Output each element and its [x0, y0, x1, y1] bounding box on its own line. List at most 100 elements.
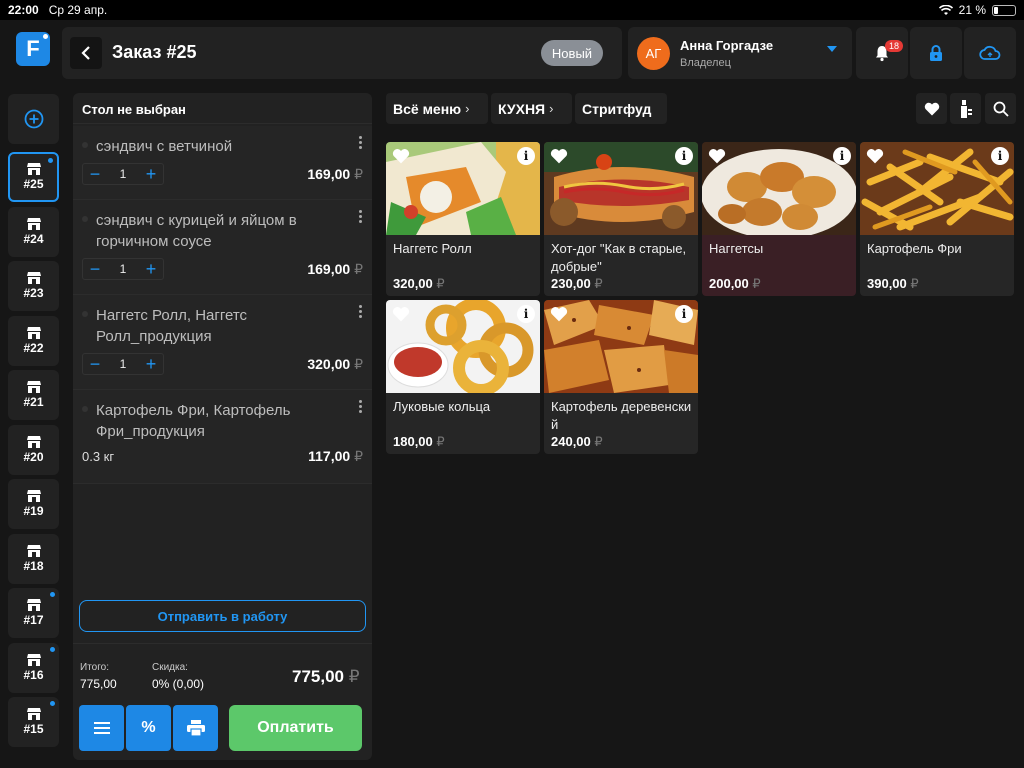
divider	[73, 643, 372, 644]
heart-icon[interactable]	[392, 306, 410, 322]
product-card[interactable]: i Картофель Фри 390,00 ₽	[860, 142, 1014, 296]
product-card[interactable]: i Картофель деревенский 240,00 ₽	[544, 300, 698, 454]
plus-button[interactable]: +	[139, 355, 163, 373]
store-icon	[26, 217, 41, 230]
order-item[interactable]: Наггетс Ролл, Наггетс Ролл_продукция − 1…	[73, 295, 372, 390]
bottle-filter-icon	[960, 99, 972, 118]
product-price: 320,00 ₽	[393, 276, 445, 291]
info-icon[interactable]: i	[517, 305, 535, 323]
order-tab[interactable]: #23	[8, 261, 59, 311]
minus-button[interactable]: −	[83, 260, 107, 278]
quantity-stepper[interactable]: − 1 +	[82, 163, 164, 185]
product-card[interactable]: i Хот-дог "Как в старые, добрые" 230,00 …	[544, 142, 698, 296]
chevron-right-icon: ›	[549, 101, 554, 116]
unread-dot	[48, 158, 53, 163]
discount-button[interactable]: %	[126, 705, 171, 751]
breadcrumb-all-menu[interactable]: Всё меню ›	[386, 93, 488, 124]
info-icon[interactable]: i	[991, 147, 1009, 165]
heart-icon[interactable]	[866, 148, 884, 164]
order-item[interactable]: Картофель Фри, Картофель Фри_продукция 0…	[73, 390, 372, 484]
filter-button[interactable]	[950, 93, 981, 124]
plus-button[interactable]: +	[139, 165, 163, 183]
heart-icon[interactable]	[550, 148, 568, 164]
chevron-left-icon	[81, 46, 90, 60]
orders-rail: #25 #24 #23 #22 #21 #20 #19 #18 #17 #16 #15	[0, 90, 64, 768]
heart-icon[interactable]	[708, 148, 726, 164]
store-icon	[26, 435, 41, 448]
kebab-menu-icon[interactable]	[359, 400, 363, 415]
order-tab[interactable]: #15	[8, 697, 59, 747]
cloud-sync-icon	[979, 45, 1001, 60]
order-tab[interactable]: #24	[8, 206, 59, 257]
order-tab[interactable]: #22	[8, 315, 59, 366]
order-tab[interactable]: #16	[8, 642, 59, 693]
kebab-menu-icon[interactable]	[359, 210, 363, 225]
status-time: 22:00	[8, 3, 39, 17]
order-item-price: 169,00 ₽	[307, 165, 363, 182]
product-price: 180,00 ₽	[393, 434, 445, 449]
order-item[interactable]: сэндвич с ветчиной − 1 + 169,00 ₽	[73, 126, 372, 200]
order-tab-label: #15	[23, 722, 44, 736]
lock-button[interactable]	[910, 27, 962, 79]
bullet-icon	[82, 216, 88, 222]
order-item[interactable]: сэндвич с курицей и яйцом в горчичном со…	[73, 200, 372, 295]
kebab-menu-icon[interactable]	[359, 305, 363, 320]
quantity-value: 1	[119, 357, 127, 371]
table-selector[interactable]: Стол не выбран	[73, 93, 372, 124]
order-tab[interactable]: #20	[8, 424, 59, 475]
battery-icon	[992, 4, 1016, 16]
bullet-icon	[82, 142, 88, 148]
order-tab-label: #23	[23, 286, 44, 300]
kebab-menu-icon[interactable]	[359, 136, 363, 151]
app-logo[interactable]: F	[16, 32, 50, 66]
info-icon[interactable]: i	[675, 147, 693, 165]
logo-letter: F	[26, 36, 40, 61]
quantity-stepper[interactable]: − 1 +	[82, 258, 164, 280]
favorites-button[interactable]	[916, 93, 947, 124]
order-tab[interactable]: #18	[8, 533, 59, 584]
back-button[interactable]	[70, 37, 102, 69]
product-card[interactable]: i Наггетс Ролл 320,00 ₽	[386, 142, 540, 296]
order-tab[interactable]: #21	[8, 370, 59, 420]
order-item-name: Картофель Фри, Картофель Фри_продукция	[96, 402, 291, 440]
minus-button[interactable]: −	[83, 355, 107, 373]
store-icon	[26, 326, 41, 339]
product-card-selected[interactable]: i Наггетсы 200,00 ₽	[702, 142, 856, 296]
product-card[interactable]: i Луковые кольца 180,00 ₽	[386, 300, 540, 454]
search-button[interactable]	[985, 93, 1016, 124]
plus-circle-icon	[24, 109, 43, 129]
plus-button[interactable]: +	[139, 260, 163, 278]
order-tab[interactable]: #19	[8, 479, 59, 529]
printer-icon	[186, 720, 205, 736]
order-tab[interactable]: #17	[8, 588, 59, 638]
store-icon	[26, 599, 41, 611]
quantity-value: 1	[119, 262, 127, 276]
quantity-value: 1	[119, 167, 127, 181]
product-price: 390,00 ₽	[867, 276, 919, 291]
heart-icon	[924, 102, 939, 115]
menu-list-button[interactable]	[79, 705, 124, 751]
pay-button[interactable]: Оплатить	[229, 705, 362, 751]
heart-icon[interactable]	[550, 306, 568, 322]
store-icon	[26, 381, 41, 393]
quantity-stepper[interactable]: − 1 +	[82, 353, 164, 375]
store-icon	[26, 653, 41, 666]
notifications-button[interactable]: 18	[856, 27, 908, 79]
info-icon[interactable]: i	[675, 305, 693, 323]
product-price: 230,00 ₽	[551, 276, 603, 291]
store-icon	[26, 544, 41, 557]
info-icon[interactable]: i	[517, 147, 535, 165]
breadcrumb-streetfood[interactable]: Стритфуд	[575, 93, 667, 124]
breadcrumb-kitchen[interactable]: КУХНЯ ›	[491, 93, 572, 124]
info-icon[interactable]: i	[833, 147, 851, 165]
print-button[interactable]	[173, 705, 218, 751]
add-order-button[interactable]	[8, 94, 59, 144]
order-tab-label: #24	[23, 231, 44, 246]
minus-button[interactable]: −	[83, 165, 107, 183]
cloud-sync-button[interactable]	[964, 27, 1016, 79]
send-to-kitchen-button[interactable]: Отправить в работу	[79, 600, 366, 632]
order-tab[interactable]: #25	[8, 152, 59, 202]
heart-icon[interactable]	[392, 148, 410, 164]
order-item-price: 169,00 ₽	[307, 260, 363, 277]
total-value: 775,00	[80, 677, 117, 691]
